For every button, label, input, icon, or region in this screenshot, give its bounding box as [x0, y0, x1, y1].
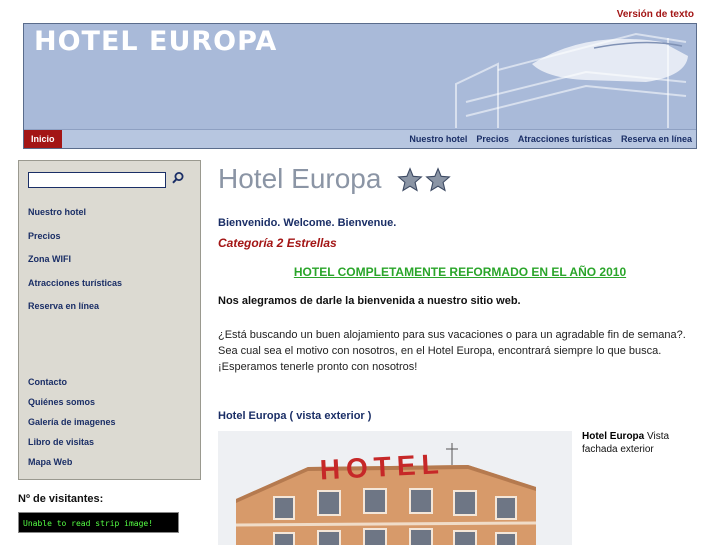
nav-item-precios[interactable]: Precios: [476, 130, 509, 148]
sidebar-item-libro-visitas[interactable]: Libro de visitas: [28, 437, 94, 447]
bed-illustration: [455, 32, 688, 128]
banner-title: HOTEL EUROPA: [34, 26, 278, 57]
renovation-link[interactable]: HOTEL COMPLETAMENTE REFORMADO EN EL AÑO …: [218, 265, 702, 279]
search-input[interactable]: [28, 172, 166, 188]
header-banner: HOTEL EUROPA Inicio Nuestro hotel Precio…: [23, 23, 697, 149]
nav-item-reserva[interactable]: Reserva en línea: [621, 130, 692, 148]
welcome-text: Bienvenido. Welcome. Bienvenue.: [218, 217, 397, 229]
visitor-count-label: Nº de visitantes:: [18, 493, 104, 505]
sidebar-item-quienes-somos[interactable]: Quiénes somos: [28, 397, 95, 407]
sidebar-item-zona-wifi[interactable]: Zona WIFI: [28, 254, 71, 264]
photo-caption: Hotel Europa Vista fachada exterior: [582, 430, 692, 456]
search-icon[interactable]: [171, 171, 185, 185]
sidebar-item-mapa-web[interactable]: Mapa Web: [28, 457, 72, 467]
intro-text: Nos alegramos de darle la bienvenida a n…: [218, 295, 521, 307]
category-text: Categoría 2 Estrellas: [218, 236, 337, 250]
hotel-building-image: HOTEL: [218, 431, 572, 545]
hotel-sign: HOTEL: [319, 448, 445, 485]
star-rating: [397, 167, 451, 193]
page-title: Hotel Europa: [218, 163, 382, 194]
nav-item-nuestro-hotel[interactable]: Nuestro hotel: [409, 130, 467, 148]
nav-home-tab[interactable]: Inicio: [24, 130, 62, 148]
visitor-counter: Unable to read strip image!: [18, 512, 179, 533]
hotel-exterior-photo[interactable]: HOTEL: [218, 431, 572, 545]
sidebar-item-precios[interactable]: Precios: [28, 231, 61, 241]
section-title: Hotel Europa ( vista exterior ): [218, 410, 372, 422]
sidebar-item-nuestro-hotel[interactable]: Nuestro hotel: [28, 207, 86, 217]
text-version-link[interactable]: Versión de texto: [617, 9, 694, 20]
caption-title: Hotel Europa: [582, 431, 645, 442]
sidebar: Nuestro hotel Precios Zona WIFI Atraccio…: [18, 160, 201, 480]
top-nav-bar: Inicio Nuestro hotel Precios Atracciones…: [24, 129, 696, 148]
star-icon: [425, 167, 451, 192]
sidebar-item-contacto[interactable]: Contacto: [28, 377, 67, 387]
top-nav: Nuestro hotel Precios Atracciones turíst…: [409, 130, 692, 148]
description-paragraph: ¿Está buscando un buen alojamiento para …: [218, 329, 686, 373]
nav-item-atracciones[interactable]: Atracciones turísticas: [518, 130, 612, 148]
star-icon: [397, 167, 423, 192]
sidebar-item-reserva[interactable]: Reserva en línea: [28, 301, 99, 311]
sidebar-item-atracciones[interactable]: Atracciones turísticas: [28, 278, 122, 288]
sidebar-item-galeria[interactable]: Galería de imagenes: [28, 417, 116, 427]
